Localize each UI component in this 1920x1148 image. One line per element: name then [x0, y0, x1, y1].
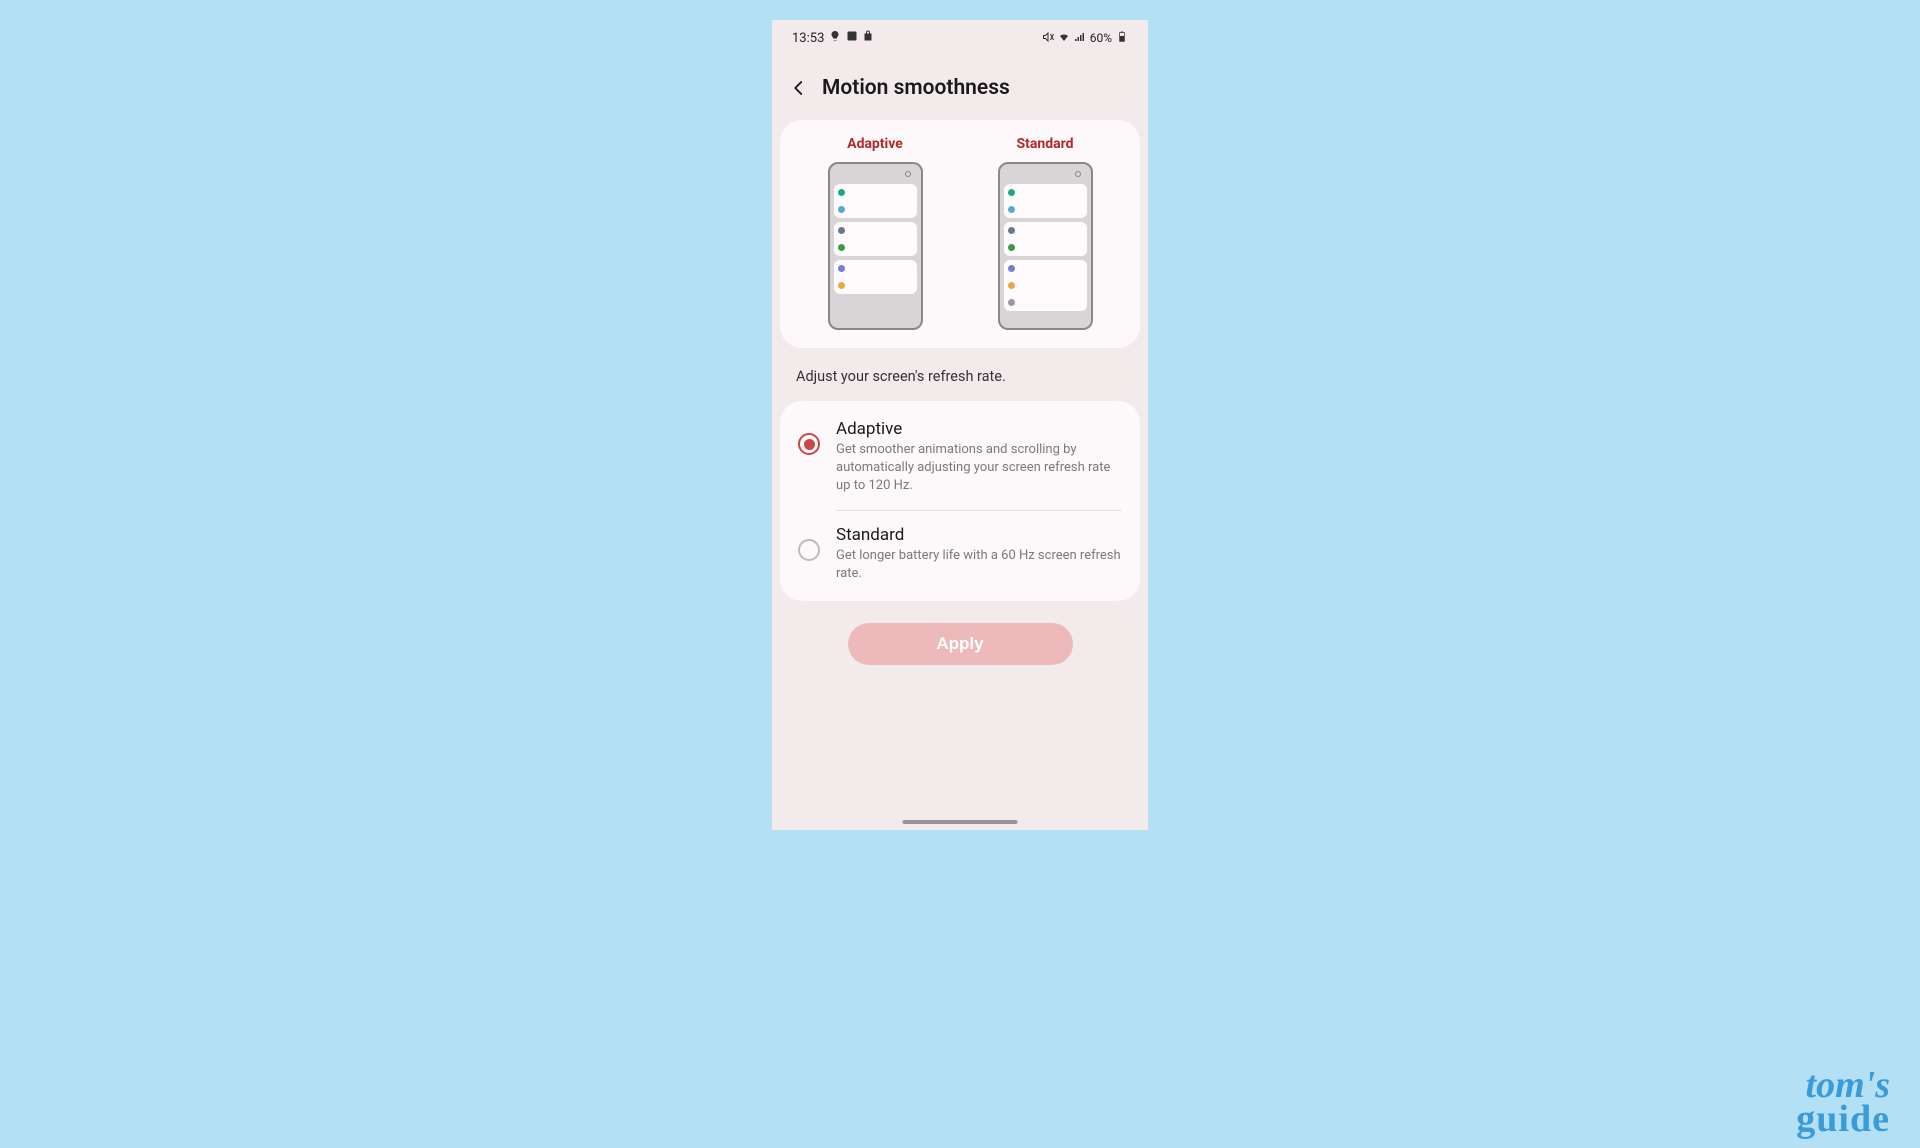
preview-standard-label: Standard — [1017, 136, 1074, 152]
status-bar: 13:53 60% — [772, 20, 1148, 52]
preview-adaptive-label: Adaptive — [847, 136, 903, 152]
option-standard-desc: Get longer battery life with a 60 Hz scr… — [836, 547, 1122, 583]
watermark: tom's guide — [1796, 1068, 1890, 1136]
phone-frame: 13:53 60% — [772, 20, 1148, 830]
wifi-icon — [1058, 31, 1070, 46]
search-icon — [1075, 171, 1081, 177]
battery-icon — [1116, 31, 1128, 46]
option-adaptive-desc: Get smoother animations and scrolling by… — [836, 441, 1122, 496]
mute-icon — [1042, 31, 1054, 46]
description-text: Adjust your screen's refresh rate. — [772, 348, 1148, 401]
preview-card: Adaptive Standard — [780, 120, 1140, 348]
page-header: Motion smoothness — [772, 52, 1148, 120]
bag-icon — [863, 30, 875, 46]
apply-button[interactable]: Apply — [848, 623, 1073, 665]
options-card: Adaptive Get smoother animations and scr… — [780, 401, 1140, 601]
search-icon — [905, 171, 911, 177]
preview-adaptive: Adaptive — [828, 136, 923, 330]
signal-icon — [1074, 31, 1086, 46]
back-button[interactable] — [790, 79, 808, 97]
preview-adaptive-phone — [828, 162, 923, 330]
option-standard[interactable]: Standard Get longer battery life with a … — [780, 511, 1140, 597]
watermark-line1: tom's — [1796, 1068, 1890, 1102]
preview-standard-phone — [998, 162, 1093, 330]
option-adaptive[interactable]: Adaptive Get smoother animations and scr… — [780, 405, 1140, 510]
chevron-left-icon — [790, 79, 808, 97]
radio-adaptive[interactable] — [798, 433, 820, 455]
option-adaptive-title: Adaptive — [836, 419, 1122, 439]
radio-standard[interactable] — [798, 539, 820, 561]
home-indicator[interactable] — [903, 820, 1018, 824]
battery-text: 60% — [1090, 31, 1112, 45]
preview-standard: Standard — [998, 136, 1093, 330]
bulb-icon — [829, 30, 841, 46]
option-standard-title: Standard — [836, 525, 1122, 545]
watermark-line2: guide — [1796, 1102, 1890, 1136]
status-time: 13:53 — [792, 31, 824, 46]
image-icon — [846, 30, 858, 46]
page-title: Motion smoothness — [822, 76, 1010, 100]
